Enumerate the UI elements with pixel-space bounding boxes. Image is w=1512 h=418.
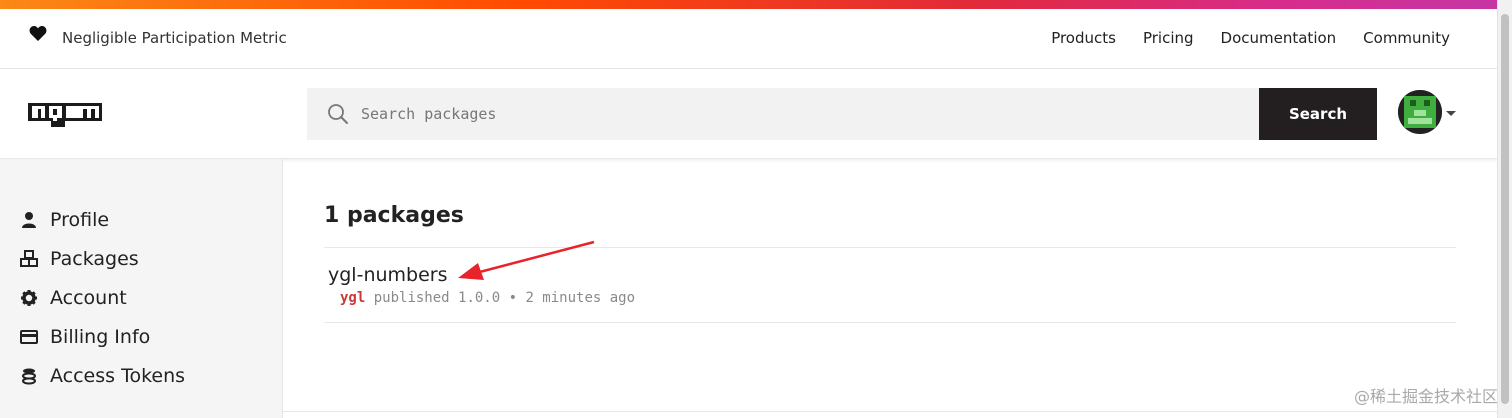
nav-community-link[interactable]: Community	[1363, 29, 1450, 47]
sidebar-item-profile[interactable]: Profile	[20, 205, 109, 235]
sidebar-item-billing-info[interactable]: Billing Info	[20, 322, 150, 352]
sidebar-item-label: Account	[50, 287, 127, 309]
watermark: @稀土掘金技术社区	[1353, 387, 1498, 406]
tokens-icon	[22, 368, 36, 385]
search-button[interactable]: Search	[1259, 88, 1377, 140]
npm-logo[interactable]	[28, 103, 102, 127]
sidebar-item-label: Access Tokens	[50, 365, 186, 387]
annotation-arrow-icon	[458, 240, 595, 280]
tagline: Negligible Participation Metric	[62, 29, 287, 47]
sidebar-item-account[interactable]: Account	[20, 283, 127, 313]
sidebar-item-label: Profile	[50, 209, 110, 231]
divider	[324, 322, 1456, 323]
sidebar-item-access-tokens[interactable]: Access Tokens	[20, 361, 185, 391]
sidebar-item-label: Packages	[50, 248, 139, 270]
package-meta: ygl published 1.0.0 • 2 minutes ago	[340, 290, 635, 306]
page-title: 1 packages	[324, 203, 464, 228]
nav-documentation-link[interactable]: Documentation	[1221, 29, 1337, 47]
credit-card-icon	[20, 330, 38, 344]
scrollbar-thumb[interactable]	[1501, 14, 1509, 404]
gear-icon	[21, 290, 37, 306]
nav-pricing-link[interactable]: Pricing	[1143, 29, 1194, 47]
search-header: Search	[0, 69, 1497, 159]
search-box	[307, 88, 1259, 140]
top-header: Negligible Participation Metric Products…	[0, 9, 1497, 69]
avatar-identicon	[1398, 90, 1442, 134]
main-content: 1 packages ygl-numbers ygl published 1.0…	[283, 159, 1497, 418]
nav-products-link[interactable]: Products	[1051, 29, 1116, 47]
scrollbar[interactable]	[1497, 0, 1512, 418]
brand-gradient-bar	[0, 0, 1497, 9]
package-publish-info: published 1.0.0 • 2 minutes ago	[365, 290, 636, 306]
search-icon	[328, 104, 348, 124]
chevron-down-icon[interactable]	[1446, 111, 1456, 116]
search-input[interactable]	[359, 88, 1241, 140]
publisher-link[interactable]: ygl	[340, 290, 365, 306]
avatar[interactable]	[1398, 90, 1442, 134]
divider	[283, 411, 1497, 412]
package-name-link[interactable]: ygl-numbers	[328, 264, 448, 286]
sidebar-item-packages[interactable]: Packages	[20, 244, 139, 274]
top-nav: Products Pricing Documentation Community	[1024, 29, 1450, 47]
sidebar-item-label: Billing Info	[50, 326, 151, 348]
user-icon	[22, 212, 36, 228]
heart-icon	[29, 26, 47, 41]
packages-icon	[20, 250, 38, 267]
sidebar: Profile Packages Account Billing Info Ac…	[0, 159, 283, 418]
